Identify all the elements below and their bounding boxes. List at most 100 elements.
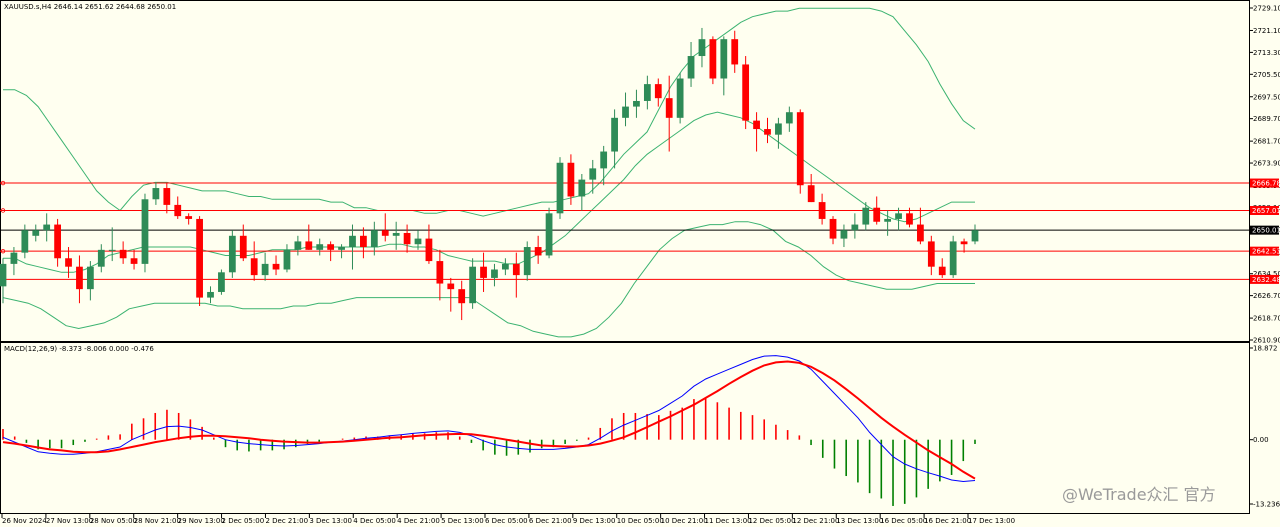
bollinger-middle — [3, 111, 975, 273]
macd-tick-label: 18.872 — [1253, 345, 1278, 353]
time-tick-label: 16 Dec 21:00 — [924, 517, 971, 525]
price-tick-label: 2618.70 — [1253, 315, 1280, 323]
candle-body — [895, 213, 902, 219]
candle-body — [414, 238, 422, 245]
candle-body — [436, 261, 444, 284]
candle-body — [381, 230, 389, 236]
candle-body — [294, 241, 302, 250]
candle-body — [840, 230, 848, 239]
candle-body — [654, 84, 662, 99]
price-tick-label: 2673.90 — [1253, 160, 1280, 168]
time-tick-label: 28 Nov 21:00 — [134, 517, 181, 525]
candle-body — [807, 185, 815, 203]
time-tick-label: 5 Dec 13:00 — [441, 517, 484, 525]
chart-svg: 2729.10 2721.10 2713.30 2705.50 2697.50 2689.… — [0, 0, 1280, 525]
time-tick-label: 11 Dec 13:00 — [705, 517, 752, 525]
candle-body — [567, 162, 575, 197]
candle-body — [764, 129, 771, 135]
candle-body — [862, 207, 870, 225]
candle-body — [709, 39, 717, 79]
time-tick-label: 9 Dec 13:00 — [573, 517, 616, 525]
candle-body — [32, 230, 40, 236]
price-tick-label: 2697.50 — [1253, 93, 1280, 101]
candle-body — [906, 213, 913, 225]
candle-body — [97, 249, 105, 267]
trading-chart[interactable]: 2729.10 2721.10 2713.30 2705.50 2697.50 2689.… — [0, 0, 1280, 527]
time-tick-label: 17 Dec 13:00 — [968, 517, 1015, 525]
time-tick-label: 2 Dec 05:00 — [222, 517, 265, 525]
candle-body — [775, 123, 782, 135]
candle-body — [338, 247, 345, 250]
signal-line — [2, 360, 976, 480]
price-tick-label: 2689.70 — [1253, 115, 1280, 123]
candle-body — [403, 232, 411, 245]
candle-body — [643, 84, 651, 101]
candle-body — [86, 266, 94, 290]
candle-body — [676, 78, 684, 118]
time-tick-label: 27 Nov 13:00 — [46, 517, 93, 525]
candle-body — [283, 249, 291, 270]
candle-body — [578, 179, 586, 197]
candle-body — [785, 112, 793, 124]
level-tag-label: 2642.53 — [1252, 248, 1280, 256]
candle-body — [425, 238, 433, 262]
time-tick-label: 29 Nov 13:00 — [178, 517, 225, 525]
candle-body — [130, 258, 138, 264]
candle-body — [884, 218, 892, 222]
candle-body — [501, 263, 509, 270]
price-tick-label: 2721.10 — [1253, 27, 1280, 35]
candle-body — [458, 289, 466, 304]
price-tick-label: 2729.10 — [1253, 5, 1280, 13]
candle-body — [228, 235, 236, 273]
candle-body — [753, 120, 760, 130]
price-tick-label: 2626.70 — [1253, 292, 1280, 300]
price-panel-frame — [0, 0, 1250, 342]
candle-body — [796, 112, 804, 186]
candle-body — [491, 269, 498, 278]
candle-body — [21, 230, 29, 253]
candle-body — [927, 241, 935, 267]
candle-body — [589, 168, 597, 180]
time-tick-label: 4 Dec 05:00 — [353, 517, 396, 525]
candle-body — [65, 258, 72, 267]
candle-body — [829, 218, 837, 239]
macd-tick-label: 0.00 — [1253, 436, 1269, 444]
candle-body — [938, 266, 946, 276]
candle-body — [818, 202, 826, 219]
candle-body — [687, 56, 695, 79]
current-price-label: 2650.01 — [1252, 227, 1280, 235]
candle-body — [218, 272, 225, 292]
level-tag-label: 2632.48 — [1252, 276, 1280, 284]
candle-body — [261, 263, 269, 276]
time-tick-label: 16 Dec 05:00 — [880, 517, 927, 525]
candle-body — [917, 224, 924, 242]
time-tick-label: 13 Dec 13:00 — [836, 517, 883, 525]
time-tick-label: 2 Dec 21:00 — [265, 517, 308, 525]
candle-body — [250, 258, 258, 276]
candle-body — [665, 98, 673, 118]
candle-body — [163, 188, 171, 205]
time-tick-label: 26 Nov 2024 — [2, 517, 47, 525]
candle-body — [349, 235, 356, 248]
time-tick-label: 10 Dec 05:00 — [617, 517, 664, 525]
time-axis: 26 Nov 2024 27 Nov 13:0028 Nov 05:0028 No… — [1, 514, 1015, 525]
candle-body — [534, 247, 542, 256]
candle-body — [971, 230, 979, 242]
time-tick-label: 10 Dec 21:00 — [661, 517, 708, 525]
candle-body — [720, 39, 728, 79]
price-tick-label: 2610.90 — [1253, 337, 1280, 345]
candle-body — [633, 100, 640, 107]
candles[interactable] — [0, 27, 979, 321]
time-tick-label: 28 Nov 05:00 — [90, 517, 137, 525]
price-tick-label: 2681.70 — [1253, 138, 1280, 146]
candle-body — [108, 249, 116, 251]
candle-body — [512, 263, 520, 276]
time-tick-label: 6 Dec 05:00 — [485, 517, 528, 525]
candle-body — [119, 249, 127, 259]
candle-body — [196, 218, 203, 298]
time-tick-label: 12 Dec 05:00 — [748, 517, 795, 525]
macd-indicator — [2, 355, 976, 506]
candle-body — [272, 263, 280, 270]
time-tick-label: 3 Dec 13:00 — [309, 517, 352, 525]
candle-body — [545, 213, 553, 256]
